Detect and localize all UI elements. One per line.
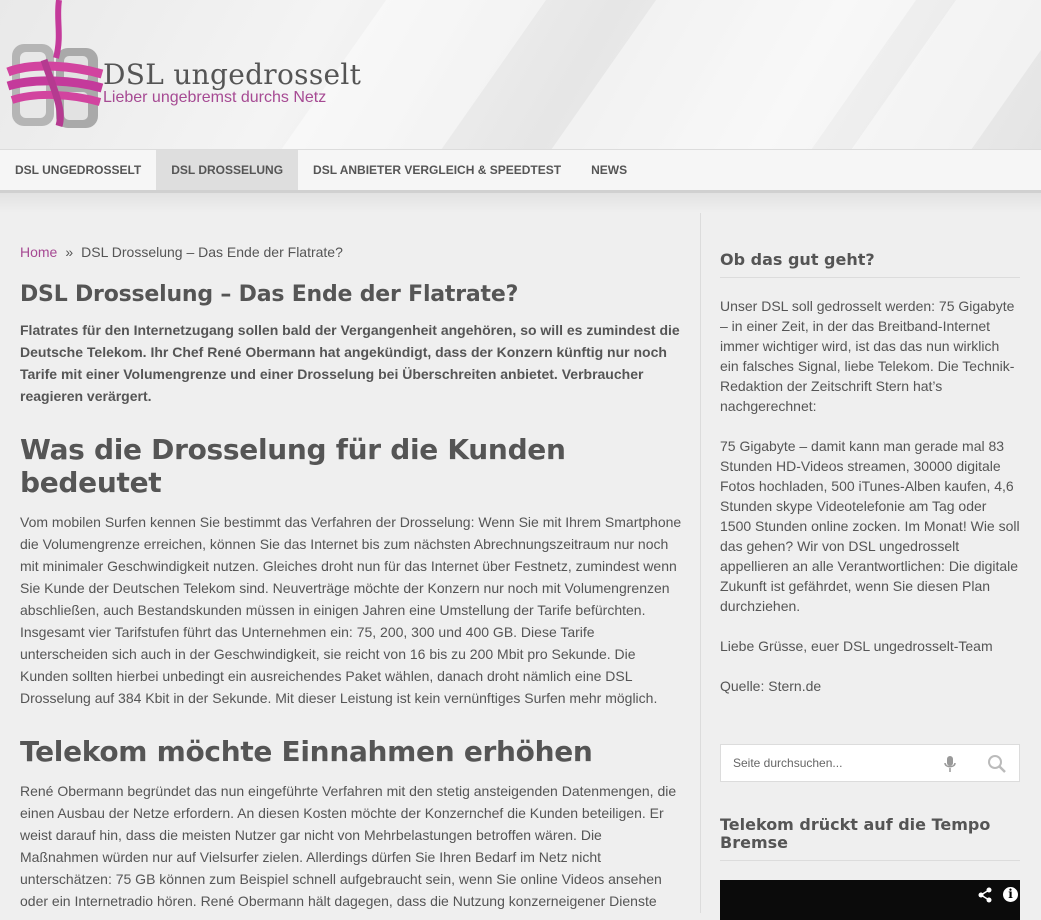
sidebar-divider xyxy=(700,213,701,913)
widget-paragraph: Unser DSL soll gedrosselt werden: 75 Gig… xyxy=(720,298,1015,414)
widget-title-telekom-bremse: Telekom drückt auf die Tempo Bremse xyxy=(720,816,1020,861)
microphone-icon[interactable] xyxy=(943,755,957,773)
section-heading-drosselung: Was die Drosselung für die Kunden bedeut… xyxy=(20,433,566,499)
section-text-einnahmen: René Obermann begründet das nun eingefüh… xyxy=(20,783,677,909)
nav-item-anbieter-vergleich[interactable]: DSL ANBIETER VERGLEICH & SPEEDTEST xyxy=(298,150,576,190)
main-content: Home » DSL Drosselung – Das Ende der Flatr… xyxy=(20,213,682,912)
breadcrumb-separator: » xyxy=(65,244,74,260)
section-heading-einnahmen: Telekom möchte Einnahmen erhöhen xyxy=(20,735,593,768)
article-intro: Flatrates für den Internetzugang sollen … xyxy=(20,322,680,404)
section-text-drosselung: Vom mobilen Surfen kennen Sie bestimmt d… xyxy=(20,514,682,706)
main-navigation: DSL UNGEDROSSELT DSL DROSSELUNG DSL ANBI… xyxy=(0,149,1041,193)
page-title: DSL Drosselung – Das Ende der Flatrate? xyxy=(20,282,519,307)
share-icon[interactable] xyxy=(977,887,993,903)
widget-source: Quelle: Stern.de xyxy=(720,678,822,694)
breadcrumb-home-link[interactable]: Home xyxy=(20,244,57,260)
breadcrumb-current: DSL Drosselung – Das Ende der Flatrate? xyxy=(81,244,343,260)
search-icon[interactable] xyxy=(987,754,1007,774)
widget-paragraph: Liebe Grüsse, euer DSL ungedrosselt-Team xyxy=(720,638,993,654)
search-box xyxy=(720,744,1020,782)
breadcrumb: Home » DSL Drosselung – Das Ende der Flatr… xyxy=(20,244,682,260)
nav-item-dsl-ungedrosselt[interactable]: DSL UNGEDROSSELT xyxy=(0,150,156,190)
site-tagline: Lieber ungebremst durchs Netz xyxy=(103,89,327,106)
rope-tied-logo-icon[interactable] xyxy=(4,0,104,132)
search-input[interactable] xyxy=(721,745,955,781)
site-header: DSL ungedrosselt Lieber ungebremst durch… xyxy=(0,0,1041,150)
video-embed[interactable]: i xyxy=(720,880,1020,920)
nav-item-news[interactable]: NEWS xyxy=(576,150,642,190)
widget-text: Unser DSL soll gedrosselt werden: 75 Gig… xyxy=(720,296,1020,696)
nav-divider xyxy=(0,193,1041,213)
widget-title-ob-das-gut-geht: Ob das gut geht? xyxy=(720,251,1020,278)
nav-item-dsl-drosselung[interactable]: DSL DROSSELUNG xyxy=(156,150,299,190)
widget-paragraph: 75 Gigabyte – damit kann man gerade mal … xyxy=(720,438,1020,614)
site-title[interactable]: DSL ungedrosselt xyxy=(103,58,361,91)
info-icon[interactable]: i xyxy=(1003,887,1018,902)
sidebar: Ob das gut geht? Unser DSL soll gedrosse… xyxy=(720,213,1020,920)
